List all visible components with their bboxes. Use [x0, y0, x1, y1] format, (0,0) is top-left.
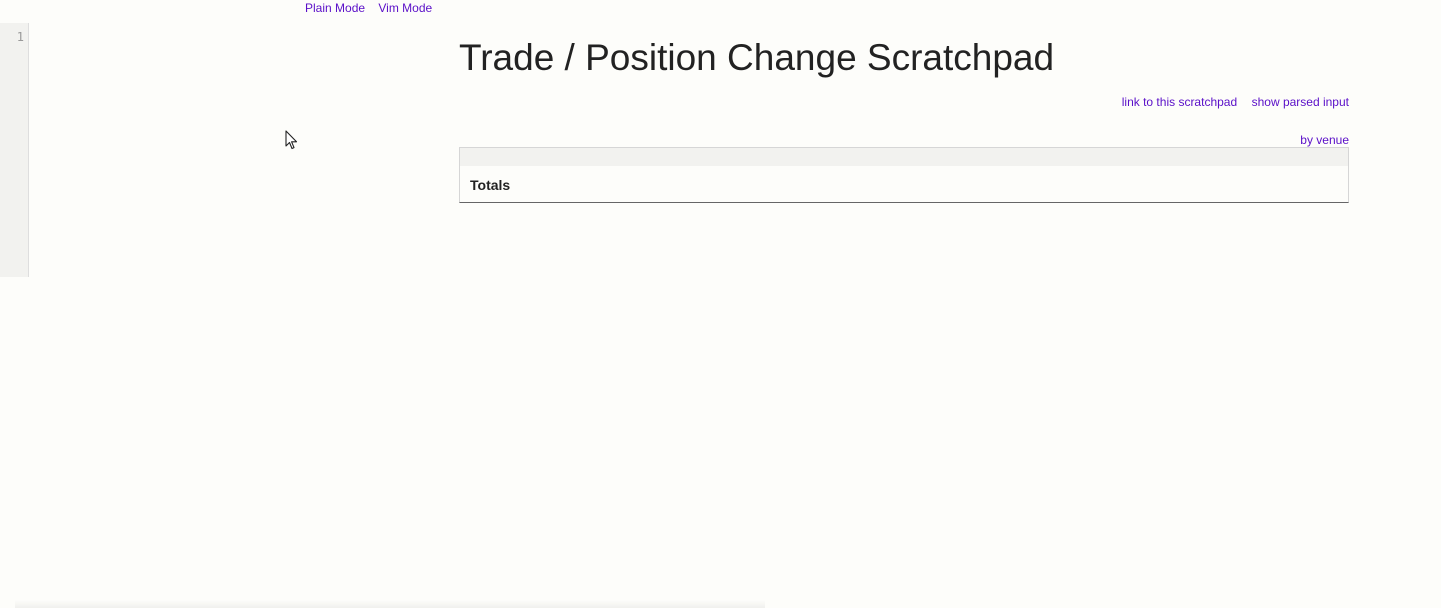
bottom-edge-shadow [15, 600, 765, 608]
mouse-cursor-icon [285, 130, 298, 150]
results-table: Totals [459, 147, 1349, 203]
plain-mode-link[interactable]: Plain Mode [305, 1, 365, 15]
editor-mode-bar: Plain Mode Vim Mode [305, 1, 432, 15]
line-number-gutter: 1 [0, 23, 29, 277]
link-to-scratchpad[interactable]: link to this scratchpad [1122, 95, 1237, 109]
table-header [460, 148, 1348, 166]
totals-label: Totals [470, 177, 511, 193]
vim-mode-link[interactable]: Vim Mode [378, 1, 432, 15]
group-by-venue-link[interactable]: by venue [1300, 133, 1349, 147]
header-links: link to this scratchpad show parsed inpu… [1122, 93, 1349, 111]
page-title: Trade / Position Change Scratchpad [459, 37, 1055, 78]
code-editor[interactable]: 1 [0, 23, 440, 277]
line-number-1: 1 [16, 30, 24, 44]
show-parsed-input-link[interactable]: show parsed input [1252, 95, 1349, 109]
